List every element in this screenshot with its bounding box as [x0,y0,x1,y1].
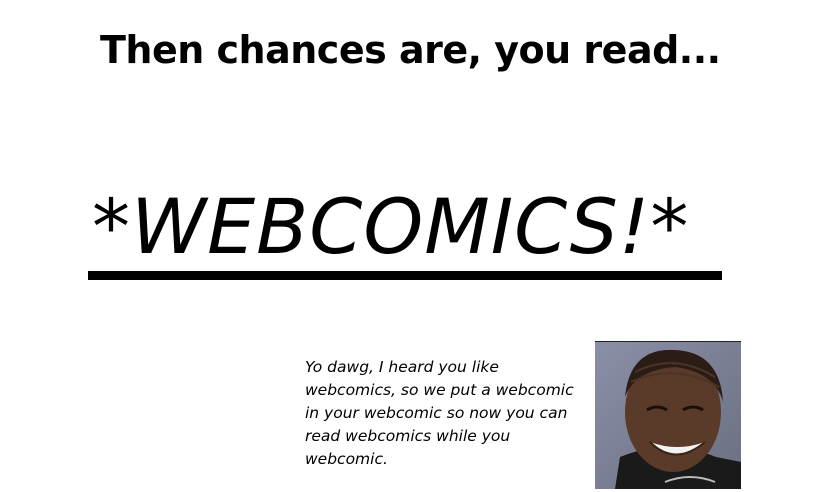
caption-line: webcomics, so we put a webcomic [305,381,574,399]
laughing-man-photo [595,341,741,489]
heading: Then chances are, you read... [100,28,721,72]
caption-line: read webcomics while you [305,427,511,445]
caption-line: in your webcomic so now you can [305,404,568,422]
caption-line: Yo dawg, I heard you like [305,358,499,376]
caption-line: webcomic. [305,450,388,468]
title-underline [88,271,722,280]
meme-caption: Yo dawg, I heard you like webcomics, so … [305,356,585,471]
webcomics-title: *WEBCOMICS!* [92,182,690,271]
